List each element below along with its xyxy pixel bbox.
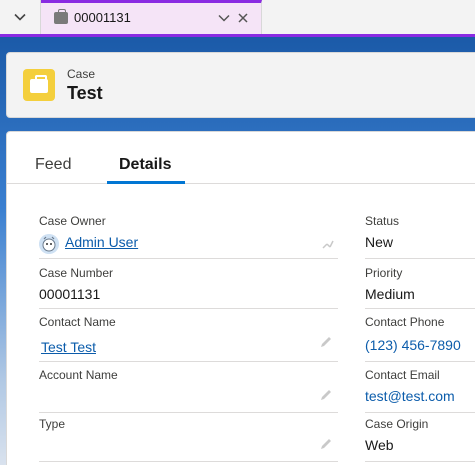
field-label: Case Owner	[39, 214, 106, 228]
field-account-name: Account Name	[39, 368, 338, 413]
case-icon	[54, 9, 68, 24]
field-contact-phone: Contact Phone (123) 456-7890	[365, 315, 475, 362]
pencil-icon[interactable]	[319, 437, 333, 451]
field-status: Status New	[365, 214, 475, 259]
field-label: Account Name	[39, 368, 118, 382]
field-divider	[39, 361, 338, 362]
case-icon	[23, 69, 55, 101]
user-avatar-icon	[39, 234, 59, 254]
field-type: Type	[39, 417, 338, 462]
field-value: New	[365, 234, 394, 250]
field-divider	[365, 308, 475, 309]
field-divider	[39, 258, 338, 259]
active-tab-indicator	[107, 181, 185, 184]
field-divider	[365, 361, 475, 362]
field-divider	[39, 461, 338, 462]
record-tabs: Feed Details	[7, 132, 475, 184]
case-owner-link[interactable]: Admin User	[65, 234, 138, 250]
field-contact-email: Contact Email test@test.com	[365, 368, 475, 413]
contact-name-link[interactable]: Test Test	[41, 339, 96, 355]
chevron-down-icon[interactable]	[217, 11, 231, 25]
close-icon[interactable]	[236, 11, 250, 25]
field-value: 00001131	[39, 286, 101, 302]
contact-email-link[interactable]: test@test.com	[365, 388, 455, 404]
pencil-icon[interactable]	[319, 388, 333, 402]
object-label: Case	[67, 67, 96, 81]
field-case-owner: Case Owner Admin User	[39, 214, 338, 259]
chevron-down-icon	[14, 13, 26, 21]
change-owner-icon[interactable]	[321, 238, 335, 252]
field-divider	[365, 258, 475, 259]
field-priority: Priority Medium	[365, 266, 475, 309]
field-label: Case Origin	[365, 417, 429, 431]
tab-label: 00001131	[74, 10, 131, 25]
field-label: Type	[39, 417, 66, 431]
pencil-icon[interactable]	[319, 335, 333, 349]
contact-phone-link[interactable]: (123) 456-7890	[365, 337, 461, 353]
field-contact-name: Contact Name Test Test	[39, 315, 338, 362]
record-title: Test	[67, 83, 103, 103]
field-divider	[39, 308, 338, 309]
tab-menu-button[interactable]	[0, 0, 41, 34]
record-header: Case Test	[6, 52, 475, 118]
field-divider	[39, 412, 338, 413]
workspace-tab-case[interactable]: 00001131	[41, 0, 262, 34]
field-value: Medium	[365, 286, 415, 302]
workspace-tab-bar: 00001131	[0, 0, 475, 37]
field-value: Web	[365, 437, 394, 453]
record-detail-card: Feed Details Case Owner Admin User Statu…	[6, 131, 475, 465]
field-label: Case Number	[39, 266, 114, 280]
tab-feed[interactable]: Feed	[35, 156, 71, 174]
field-label: Status	[365, 214, 400, 228]
tab-details[interactable]: Details	[119, 156, 171, 174]
field-label: Contact Phone	[365, 315, 445, 329]
field-label: Priority	[365, 266, 403, 280]
field-case-number: Case Number 00001131	[39, 266, 338, 309]
field-case-origin: Case Origin Web	[365, 417, 475, 462]
field-divider	[365, 461, 475, 462]
field-label: Contact Email	[365, 368, 440, 382]
field-label: Contact Name	[39, 315, 116, 329]
field-divider	[365, 412, 475, 413]
